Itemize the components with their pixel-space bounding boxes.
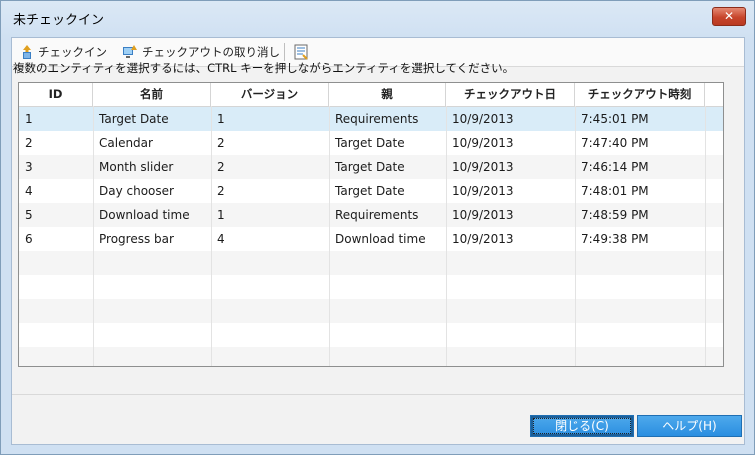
column-header-checkout-time[interactable]: チェックアウト時刻 — [575, 83, 705, 106]
empty-row — [19, 299, 723, 323]
column-header-version[interactable]: バージョン — [211, 83, 329, 106]
cell-checkout-date: 10/9/2013 — [452, 208, 514, 222]
cell-checkout-time: 7:48:01 PM — [581, 184, 649, 198]
cell-name: Download time — [99, 208, 190, 222]
cell-name: Month slider — [99, 160, 174, 174]
column-divider — [329, 106, 330, 366]
cell-checkout-time: 7:46:14 PM — [581, 160, 649, 174]
cell-id: 2 — [25, 136, 33, 150]
table-row[interactable]: 1 Target Date 1 Requirements 10/9/2013 7… — [19, 107, 723, 131]
cell-checkout-date: 10/9/2013 — [452, 112, 514, 126]
instruction-text: 複数のエンティティを選択するには、CTRL キーを押しながらエンティティを選択し… — [13, 61, 515, 75]
column-header-id[interactable]: ID — [19, 83, 93, 106]
cell-id: 1 — [25, 112, 33, 126]
cell-name: Progress bar — [99, 232, 174, 246]
column-divider — [93, 106, 94, 366]
close-button[interactable]: 閉じる(C) — [530, 415, 634, 437]
table-row[interactable]: 2 Calendar 2 Target Date 10/9/2013 7:47:… — [19, 131, 723, 155]
empty-row — [19, 347, 723, 366]
cell-checkout-time: 7:47:40 PM — [581, 136, 649, 150]
cell-checkout-date: 10/9/2013 — [452, 160, 514, 174]
cell-version: 2 — [217, 184, 225, 198]
cell-parent: Requirements — [335, 112, 419, 126]
details-icon — [294, 44, 308, 60]
undo-checkout-icon — [123, 45, 137, 58]
cell-version: 2 — [217, 160, 225, 174]
empty-row — [19, 275, 723, 299]
details-button[interactable] — [294, 43, 312, 61]
empty-row — [19, 323, 723, 347]
table-row[interactable]: 3 Month slider 2 Target Date 10/9/2013 7… — [19, 155, 723, 179]
cell-parent: Target Date — [335, 136, 405, 150]
dialog-window: 未チェックイン ✕ チェックイン チェックアウトの取り消し 複数のエンティティを… — [0, 0, 755, 455]
cell-checkout-time: 7:45:01 PM — [581, 112, 649, 126]
column-header-checkout-date[interactable]: チェックアウト日 — [446, 83, 575, 106]
close-window-button[interactable]: ✕ — [712, 7, 746, 26]
cell-parent: Target Date — [335, 184, 405, 198]
table-header: ID 名前 バージョン 親 チェックアウト日 チェックアウト時刻 — [19, 83, 723, 107]
column-divider — [575, 106, 576, 366]
cell-version: 4 — [217, 232, 225, 246]
checkin-icon — [23, 45, 31, 59]
cell-name: Target Date — [99, 112, 169, 126]
cell-version: 2 — [217, 136, 225, 150]
cell-id: 6 — [25, 232, 33, 246]
undo-checkout-label: チェックアウトの取り消し — [142, 45, 280, 59]
cell-checkout-date: 10/9/2013 — [452, 136, 514, 150]
cell-checkout-date: 10/9/2013 — [452, 232, 514, 246]
cell-parent: Download time — [335, 232, 426, 246]
window-title: 未チェックイン — [13, 13, 105, 28]
cell-id: 4 — [25, 184, 33, 198]
cell-checkout-time: 7:49:38 PM — [581, 232, 649, 246]
cell-checkout-time: 7:48:59 PM — [581, 208, 649, 222]
column-divider — [705, 106, 706, 366]
cell-version: 1 — [217, 208, 225, 222]
empty-row — [19, 251, 723, 275]
cell-parent: Target Date — [335, 160, 405, 174]
column-divider — [211, 106, 212, 366]
toolbar-separator — [284, 43, 285, 61]
title-bar[interactable]: 未チェックイン ✕ — [1, 1, 754, 35]
table-row[interactable]: 4 Day chooser 2 Target Date 10/9/2013 7:… — [19, 179, 723, 203]
column-header-name[interactable]: 名前 — [93, 83, 211, 106]
cell-parent: Requirements — [335, 208, 419, 222]
cell-version: 1 — [217, 112, 225, 126]
column-divider — [446, 106, 447, 366]
column-header-parent[interactable]: 親 — [329, 83, 446, 106]
checkin-label: チェックイン — [38, 45, 107, 59]
cell-name: Day chooser — [99, 184, 174, 198]
footer-divider — [12, 394, 744, 395]
undo-checkout-button[interactable]: チェックアウトの取り消し — [122, 43, 280, 61]
cell-name: Calendar — [99, 136, 153, 150]
cell-id: 5 — [25, 208, 33, 222]
cell-id: 3 — [25, 160, 33, 174]
checkin-button[interactable]: チェックイン — [20, 43, 107, 61]
entity-table: ID 名前 バージョン 親 チェックアウト日 チェックアウト時刻 1 Targe… — [18, 82, 724, 367]
help-button[interactable]: ヘルプ(H) — [637, 415, 742, 437]
table-row[interactable]: 6 Progress bar 4 Download time 10/9/2013… — [19, 227, 723, 251]
cell-checkout-date: 10/9/2013 — [452, 184, 514, 198]
table-row[interactable]: 5 Download time 1 Requirements 10/9/2013… — [19, 203, 723, 227]
